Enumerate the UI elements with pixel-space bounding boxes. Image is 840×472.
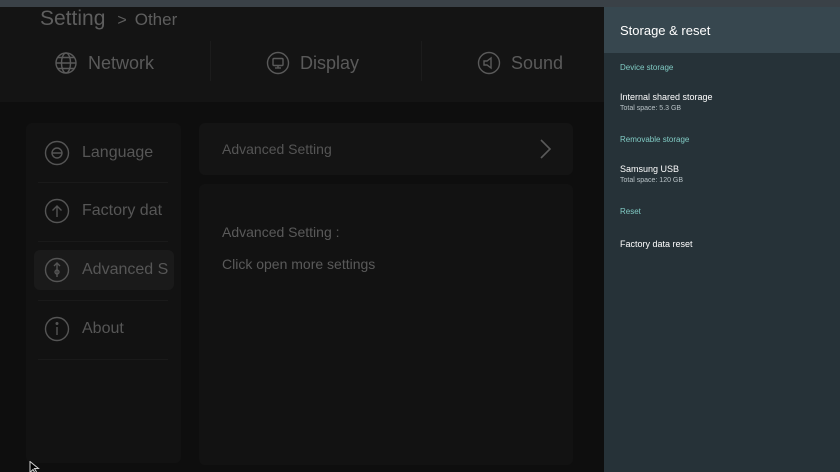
section-reset: Reset xyxy=(620,207,641,216)
sidebar-separator xyxy=(38,359,168,360)
pref-title: Samsung USB xyxy=(620,164,680,174)
pref-factory-data-reset[interactable]: Factory data reset xyxy=(604,228,840,262)
pref-subtitle: Total space: 5.3 GB xyxy=(620,105,682,112)
sidebar-item-label: Factory dat xyxy=(82,202,163,219)
speaker-icon xyxy=(477,51,501,75)
tab-network-label: Network xyxy=(88,52,155,73)
sidebar-item-about[interactable]: About xyxy=(34,309,174,349)
background-settings-app: Setting > Other Network Display Sound La… xyxy=(0,7,604,472)
nav-divider xyxy=(210,41,211,81)
tab-sound-label: Sound xyxy=(511,52,564,73)
advanced-icon xyxy=(44,257,70,283)
advanced-setting-row-label: Advanced Setting xyxy=(222,141,332,157)
storage-reset-panel: Storage & reset Device storage Internal … xyxy=(604,7,840,472)
sidebar-separator xyxy=(38,300,168,301)
pref-internal-storage[interactable]: Internal shared storage Total space: 5.3… xyxy=(604,86,840,120)
tab-display[interactable]: Display xyxy=(266,45,359,81)
sidebar-item-factory-data[interactable]: Factory dat xyxy=(34,191,174,231)
nav-divider xyxy=(421,41,422,81)
language-icon xyxy=(44,140,70,166)
sidebar: Language Factory dat Advanced S About xyxy=(26,123,181,463)
upload-icon xyxy=(44,198,70,224)
tab-display-label: Display xyxy=(300,52,360,73)
advanced-setting-title: Advanced Setting : xyxy=(222,224,340,240)
sidebar-item-advanced[interactable]: Advanced S xyxy=(34,250,174,290)
pref-samsung-usb[interactable]: Samsung USB Total space: 120 GB xyxy=(604,158,840,192)
section-removable-storage: Removable storage xyxy=(620,135,690,144)
sidebar-item-label: Language xyxy=(82,144,154,161)
tab-network[interactable]: Network xyxy=(54,45,154,81)
breadcrumb: Setting > Other xyxy=(40,7,178,30)
globe-icon xyxy=(54,51,78,75)
pref-title: Internal shared storage xyxy=(620,92,713,102)
sidebar-item-language[interactable]: Language xyxy=(34,133,174,173)
sidebar-separator xyxy=(38,182,168,183)
advanced-setting-description: Click open more settings xyxy=(222,256,376,272)
panel-title: Storage & reset xyxy=(604,7,840,53)
info-icon xyxy=(44,316,70,342)
app-header: Setting > Other Network Display Sound xyxy=(0,7,604,102)
sidebar-item-label: About xyxy=(82,320,124,337)
display-icon xyxy=(266,51,290,75)
tab-sound[interactable]: Sound xyxy=(477,45,563,81)
section-device-storage: Device storage xyxy=(620,63,674,72)
sidebar-item-label: Advanced S xyxy=(82,261,169,278)
pref-title: Factory data reset xyxy=(620,239,693,249)
chevron-right-icon xyxy=(535,138,555,160)
pref-subtitle: Total space: 120 GB xyxy=(620,177,684,184)
top-nav: Network Display Sound xyxy=(0,45,604,81)
top-status-strip xyxy=(0,0,840,7)
sidebar-separator xyxy=(38,241,168,242)
mouse-cursor-icon xyxy=(29,460,41,472)
advanced-setting-row[interactable]: Advanced Setting xyxy=(199,123,573,175)
breadcrumb-separator: > xyxy=(117,12,127,29)
breadcrumb-sub: Other xyxy=(134,10,178,29)
advanced-setting-panel: Advanced Setting : Click open more setti… xyxy=(199,184,573,465)
breadcrumb-main: Setting xyxy=(40,7,106,30)
